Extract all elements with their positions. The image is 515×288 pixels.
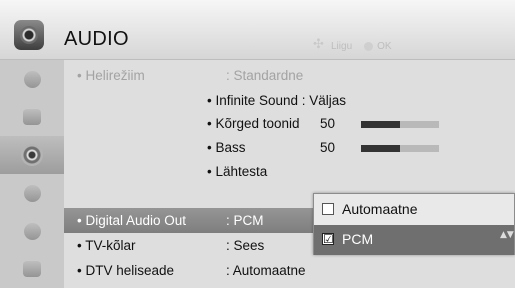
picture-icon — [23, 109, 41, 125]
setup-icon — [23, 70, 41, 88]
page-title: AUDIO — [64, 28, 129, 50]
digital-audio-out-dropdown: Automaatne ☑ PCM ▲▼ — [313, 193, 515, 255]
menu-row-label: • TV-kõlar — [77, 238, 136, 253]
sub-item-label: • Infinite Sound : Väljas — [207, 93, 347, 108]
checkbox-checked-icon[interactable]: ☑ — [322, 233, 334, 245]
menu-header: AUDIO Liigu OK — [0, 0, 515, 60]
menu-row-value: : Sees — [226, 238, 265, 253]
menu-row-value: : Automaatne — [226, 263, 306, 278]
menu-row-value: : Standardne — [226, 68, 304, 83]
sidebar-item-option[interactable] — [0, 250, 64, 288]
sidebar — [0, 60, 64, 288]
dropdown-option-label: Automaatne — [342, 201, 418, 217]
sidebar-item-lock[interactable] — [0, 212, 64, 250]
audio-icon — [14, 20, 44, 50]
menu-row-label: • Helirežiim — [77, 68, 145, 83]
sub-item-label: • Bass — [207, 140, 246, 155]
lock-icon — [23, 222, 41, 240]
sub-item-label: • Lähtesta — [207, 164, 268, 179]
sidebar-item-audio[interactable] — [0, 136, 64, 174]
menu-row-sound-mode[interactable]: • Helirežiim : Standardne — [64, 63, 515, 88]
level-bar-fill — [361, 145, 400, 152]
menu-row-label: • Digital Audio Out — [77, 213, 187, 228]
dropdown-option-label: PCM — [342, 231, 374, 247]
hint-ok-label: OK — [377, 40, 392, 52]
time-icon — [23, 184, 41, 202]
navigation-hints: Liigu OK — [313, 37, 392, 53]
sidebar-item-time[interactable] — [0, 174, 64, 212]
hint-move-label: Liigu — [331, 40, 353, 52]
sub-item-label: • Kõrged toonid — [207, 116, 300, 131]
ok-button-icon — [364, 41, 374, 51]
menu-row-value: : PCM — [226, 213, 264, 228]
level-bar-fill — [361, 121, 400, 128]
sub-item-bass[interactable]: • Bass 50 — [207, 136, 507, 160]
sub-item-number: 50 — [320, 140, 336, 155]
scroll-arrows-icon[interactable]: ▲▼ — [500, 231, 514, 246]
sub-item-number: 50 — [320, 116, 336, 131]
option-icon — [23, 261, 41, 277]
menu-row-dtv-audio[interactable]: • DTV heliseade : Automaatne — [64, 258, 515, 283]
sub-item-treble[interactable]: • Kõrged toonid 50 — [207, 112, 507, 136]
menu-row-digital-audio-out[interactable]: • Digital Audio Out : PCM — [64, 208, 336, 233]
dropdown-option-pcm[interactable]: ☑ PCM ▲▼ — [314, 225, 514, 255]
treble-level-bar[interactable] — [361, 121, 439, 128]
audio-icon — [21, 144, 43, 166]
checkbox-empty-icon[interactable] — [322, 203, 334, 215]
sidebar-item-setup[interactable] — [0, 60, 64, 98]
four-way-arrows-icon — [313, 37, 327, 53]
menu-row-label: • DTV heliseade — [77, 263, 175, 278]
dropdown-option-automatic[interactable]: Automaatne — [314, 195, 514, 225]
sidebar-item-picture[interactable] — [0, 98, 64, 136]
audio-menu-screen: AUDIO Liigu OK • Helirežiim : S — [0, 0, 515, 288]
bass-level-bar[interactable] — [361, 145, 439, 152]
